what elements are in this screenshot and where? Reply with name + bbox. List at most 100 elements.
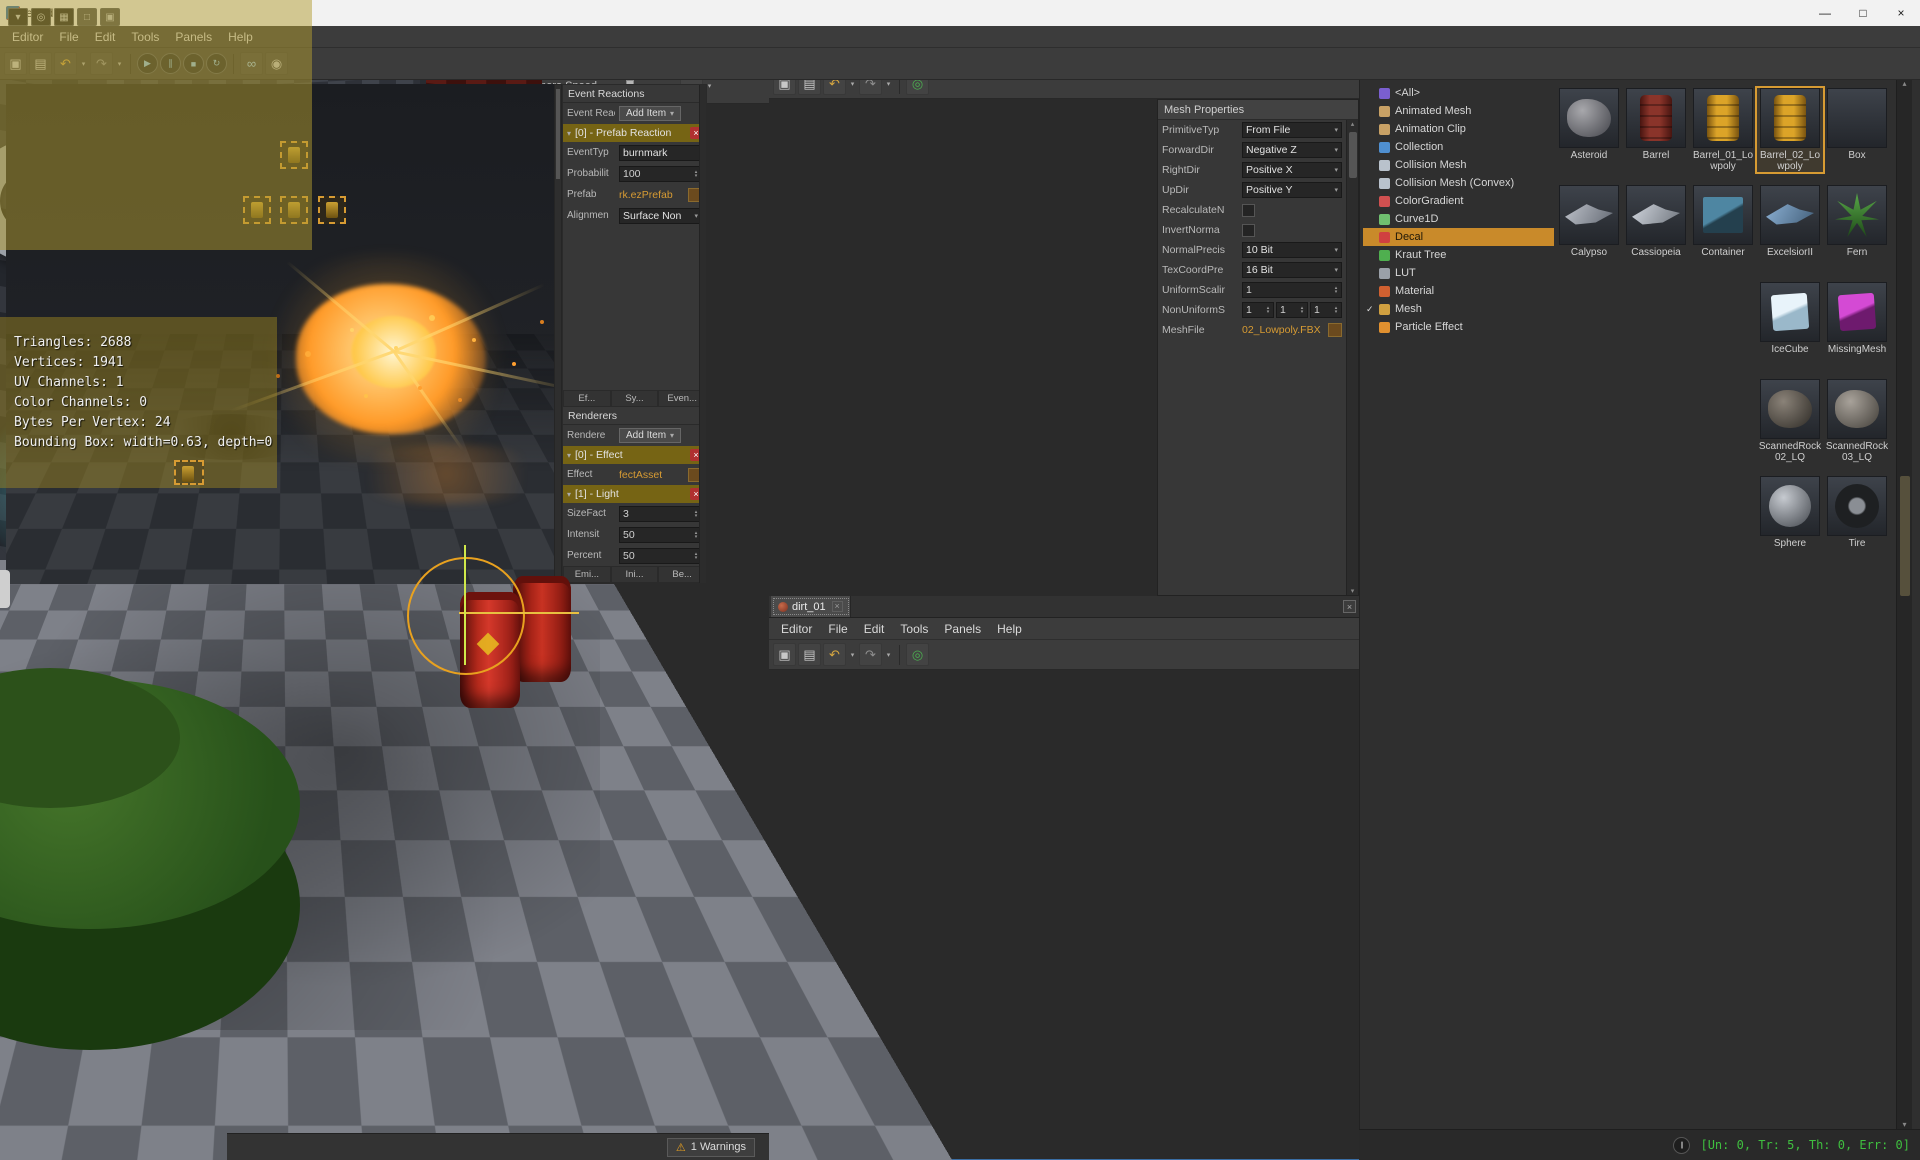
dock-close-icon[interactable]: × [1343, 600, 1356, 613]
selection-gizmo-circle[interactable] [407, 557, 525, 675]
asset-type-item[interactable]: Animation Clip [1363, 120, 1554, 138]
save-icon[interactable]: ▣ [4, 52, 27, 75]
asset-thumbnail[interactable]: Barrel_02_Lowpoly [1755, 86, 1825, 174]
asset-type-item[interactable]: <All> [1363, 84, 1554, 102]
asset-thumbnail[interactable]: Sphere [1757, 476, 1823, 549]
spin-down-icon[interactable]: ▾ [1335, 290, 1338, 295]
undo-icon[interactable]: ↶ [54, 52, 77, 75]
asset-type-item[interactable]: ColorGradient [1363, 192, 1554, 210]
asset-type-item[interactable]: Collision Mesh [1363, 156, 1554, 174]
vector-component-input[interactable]: 1▴▾ [1242, 302, 1274, 318]
asset-type-item[interactable]: Animated Mesh [1363, 102, 1554, 120]
menu-file[interactable]: File [820, 620, 855, 638]
open-icon[interactable]: ▤ [798, 643, 821, 666]
eventtyp-input[interactable]: burnmark [619, 144, 702, 161]
invertnorma-checkbox[interactable] [1242, 223, 1255, 237]
dropdown-caret-icon[interactable]: ▾ [79, 60, 88, 68]
asset-thumbnail[interactable]: Cassiopeia [1623, 185, 1689, 258]
normalprecis-dropdown[interactable]: 10 Bit ▾ [1242, 242, 1342, 258]
pause-log-icon[interactable]: ∥ [1673, 1136, 1691, 1154]
menu-file[interactable]: File [51, 28, 86, 46]
probabilit-spinbox[interactable]: 100 ▴ ▾ [619, 165, 702, 182]
menu-edit[interactable]: Edit [87, 28, 124, 46]
spin-down-icon[interactable]: ▾ [695, 513, 698, 518]
asset-thumbnail[interactable]: IceCube [1757, 282, 1823, 355]
effect-asset-reference[interactable]: fectAsset [619, 469, 686, 481]
dropdown-caret-icon[interactable]: ▾ [115, 60, 124, 68]
dropdown-caret-icon[interactable]: ▾ [884, 80, 893, 88]
section-tab[interactable]: Ini... [610, 566, 659, 583]
asset-thumbnail[interactable]: Box [1824, 88, 1890, 161]
asset-thumbnail[interactable]: ScannedRock02_LQ [1757, 379, 1823, 463]
renderer-group-header[interactable]: ▾ [1] - Light × [563, 485, 706, 503]
mesh-panel-scrollbar[interactable]: ▴ ▾ [1346, 120, 1358, 595]
percent-spinbox[interactable]: 50 ▴ ▾ [619, 547, 702, 564]
warnings-button[interactable]: ⚠ 1 Warnings [666, 1137, 755, 1157]
pin-icon[interactable]: ◉ [265, 52, 288, 75]
asset-thumbnail[interactable]: ScannedRock03_LQ [1824, 379, 1890, 463]
asset-thumbnail[interactable]: Barrel [1623, 88, 1689, 161]
menu-editor[interactable]: Editor [4, 28, 51, 46]
menu-help[interactable]: Help [989, 620, 1030, 638]
menu-panels[interactable]: Panels [936, 620, 989, 638]
updir-dropdown[interactable]: Positive Y ▾ [1242, 182, 1342, 198]
asset-type-item[interactable]: Curve1D [1363, 210, 1554, 228]
asset-type-item[interactable]: ✓ Mesh [1363, 300, 1554, 318]
asset-thumbnail[interactable]: Fern [1824, 185, 1890, 258]
spin-down-icon[interactable]: ▾ [1267, 310, 1270, 315]
asset-grid-scrollbar[interactable]: ▴ ▾ [1896, 79, 1912, 1129]
camera-icon[interactable]: ▣ [100, 8, 120, 26]
spin-down-icon[interactable]: ▾ [695, 555, 698, 560]
rightdir-dropdown[interactable]: Positive X ▾ [1242, 162, 1342, 178]
close-tab-icon[interactable]: × [831, 601, 843, 612]
asset-type-item[interactable]: Kraut Tree [1363, 246, 1554, 264]
texcoordpre-dropdown[interactable]: 16 Bit ▾ [1242, 262, 1342, 278]
forwarddir-dropdown[interactable]: Negative Z ▾ [1242, 142, 1342, 158]
menu-tools[interactable]: Tools [892, 620, 936, 638]
asset-thumbnail[interactable]: Tire [1824, 476, 1890, 549]
menu-help[interactable]: Help [220, 28, 261, 46]
browse-asset-icon[interactable] [1328, 323, 1342, 337]
asset-thumbnail[interactable]: Container [1690, 185, 1756, 258]
particle-preview-scrollbar[interactable] [554, 84, 562, 584]
particle-window-title-bar[interactable]: ez ezEditor — □ × [0, 0, 1920, 26]
asset-type-item[interactable]: Decal [1363, 228, 1554, 246]
redo-icon[interactable]: ↷ [90, 52, 113, 75]
spin-down-icon[interactable]: ▾ [1301, 310, 1304, 315]
play-icon[interactable]: ▶ [137, 53, 158, 74]
asset-thumbnail[interactable]: MissingMesh [1824, 282, 1890, 355]
world-settings-icon[interactable]: ◎ [906, 643, 929, 666]
loop-icon[interactable]: ∞ [240, 52, 263, 75]
restart-icon[interactable]: ↻ [206, 53, 227, 74]
minimize-button[interactable]: — [1806, 1, 1844, 26]
tab-dirt-01[interactable]: dirt_01 × [771, 596, 851, 617]
asset-thumbnail[interactable]: ExcelsiorII [1757, 185, 1823, 258]
asset-type-item[interactable]: Particle Effect [1363, 318, 1554, 336]
recalculaten-checkbox[interactable] [1242, 203, 1255, 217]
section-tab[interactable]: Ef... [563, 390, 611, 407]
meshfile-asset-reference[interactable]: 02_Lowpoly.FBX [1242, 324, 1326, 336]
vector-component-input[interactable]: 1▴▾ [1310, 302, 1342, 318]
dropdown-caret-icon[interactable]: ▾ [884, 651, 893, 659]
sizefact-spinbox[interactable]: 3 ▴ ▾ [619, 505, 702, 522]
asset-thumbnail[interactable]: Calypso [1556, 185, 1622, 258]
panel-scrollbar[interactable] [699, 85, 706, 583]
save-icon[interactable]: ▣ [773, 643, 796, 666]
renderer-group-header[interactable]: ▾ [0] - Effect × [563, 446, 706, 464]
open-icon[interactable]: ▤ [29, 52, 52, 75]
prefab-asset-reference[interactable]: rk.ezPrefab [619, 189, 686, 201]
spin-down-icon[interactable]: ▾ [695, 534, 698, 539]
close-button[interactable]: × [1882, 1, 1920, 26]
section-tab[interactable]: Emi... [563, 566, 611, 583]
asset-type-item[interactable]: Material [1363, 282, 1554, 300]
menu-tools[interactable]: Tools [123, 28, 167, 46]
stop-icon[interactable]: ■ [183, 53, 204, 74]
gizmo-axis-x[interactable] [459, 612, 579, 614]
menu-panels[interactable]: Panels [167, 28, 220, 46]
maximize-button[interactable]: □ [1844, 1, 1882, 26]
asset-thumbnail[interactable]: Asteroid [1556, 88, 1622, 161]
redo-icon[interactable]: ↷ [859, 643, 882, 666]
undo-icon[interactable]: ↶ [823, 643, 846, 666]
menu-editor[interactable]: Editor [773, 620, 820, 638]
spin-down-icon[interactable]: ▾ [1335, 310, 1338, 315]
